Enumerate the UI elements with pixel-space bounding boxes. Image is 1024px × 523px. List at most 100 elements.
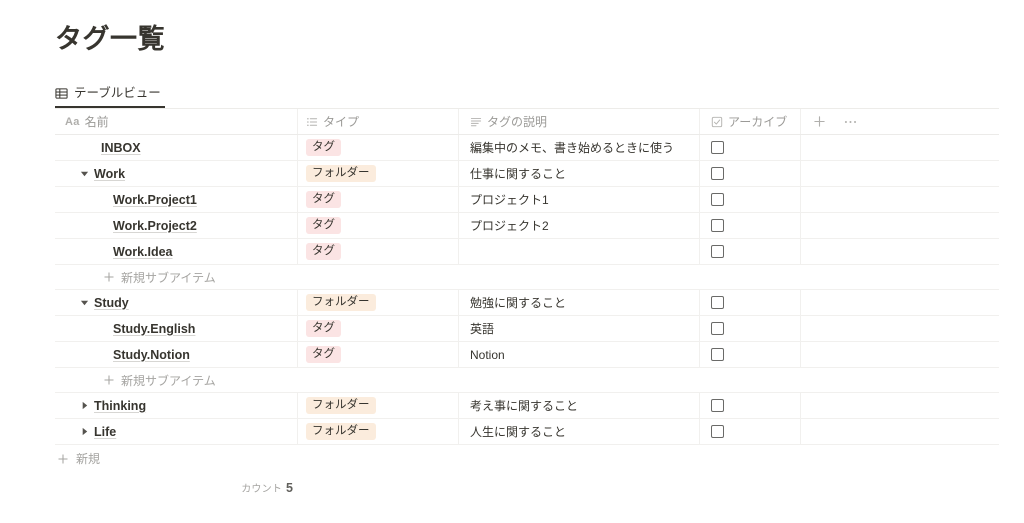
table-row[interactable]: Thinking フォルダー 考え事に関すること bbox=[55, 393, 999, 419]
cell-archive[interactable] bbox=[700, 135, 801, 160]
cell-type[interactable]: フォルダー bbox=[298, 393, 459, 418]
cell-description[interactable]: 考え事に関すること bbox=[459, 393, 700, 418]
cell-archive[interactable] bbox=[700, 393, 801, 418]
row-title-link[interactable]: Work.Idea bbox=[113, 245, 173, 259]
table-row[interactable]: Work.Idea タグ bbox=[55, 239, 999, 265]
cell-name[interactable]: Work bbox=[55, 161, 298, 186]
cell-type[interactable]: タグ bbox=[298, 213, 459, 238]
archive-checkbox[interactable] bbox=[711, 141, 724, 154]
count-summary[interactable]: カウント 5 bbox=[55, 480, 298, 495]
description-text: 英語 bbox=[470, 322, 495, 336]
cell-empty bbox=[801, 161, 999, 186]
cell-archive[interactable] bbox=[700, 419, 801, 444]
column-header-description[interactable]: タグの説明 bbox=[459, 109, 700, 134]
row-title-link[interactable]: Thinking bbox=[94, 399, 146, 413]
tab-table-view-label: テーブルビュー bbox=[74, 86, 161, 100]
cell-archive[interactable] bbox=[700, 290, 801, 315]
cell-name[interactable]: Work.Project1 bbox=[55, 187, 298, 212]
cell-name[interactable]: Study bbox=[55, 290, 298, 315]
table-row[interactable]: Study フォルダー 勉強に関すること bbox=[55, 290, 999, 316]
row-title-link[interactable]: Life bbox=[94, 425, 116, 439]
table-row[interactable]: Life フォルダー 人生に関すること bbox=[55, 419, 999, 445]
cell-type[interactable]: タグ bbox=[298, 239, 459, 264]
cell-type[interactable]: フォルダー bbox=[298, 290, 459, 315]
archive-checkbox[interactable] bbox=[711, 193, 724, 206]
cell-type[interactable]: タグ bbox=[298, 342, 459, 367]
archive-checkbox[interactable] bbox=[711, 425, 724, 438]
archive-checkbox[interactable] bbox=[711, 219, 724, 232]
archive-checkbox[interactable] bbox=[711, 296, 724, 309]
type-pill: タグ bbox=[306, 191, 341, 208]
cell-name[interactable]: Thinking bbox=[55, 393, 298, 418]
column-header-name-label: 名前 bbox=[84, 115, 109, 129]
cell-description[interactable] bbox=[459, 239, 700, 264]
cell-type[interactable]: フォルダー bbox=[298, 161, 459, 186]
cell-description[interactable]: プロジェクト2 bbox=[459, 213, 700, 238]
type-pill: フォルダー bbox=[306, 294, 376, 311]
cell-name[interactable]: Work.Idea bbox=[55, 239, 298, 264]
tab-table-view[interactable]: テーブルビュー bbox=[55, 80, 165, 108]
table-footer: カウント 5 bbox=[55, 472, 999, 502]
database-table: Aa 名前 タイプ タグの説明 アーカイブ INBOX タグ 編集中のメモ、書き… bbox=[55, 109, 999, 502]
archive-checkbox[interactable] bbox=[711, 399, 724, 412]
text-lines-icon bbox=[470, 116, 482, 128]
more-options-button[interactable] bbox=[844, 119, 858, 125]
row-title-link[interactable]: Work.Project1 bbox=[113, 193, 197, 207]
description-text: プロジェクト2 bbox=[470, 219, 549, 233]
table-row[interactable]: Study.English タグ 英語 bbox=[55, 316, 999, 342]
cell-name[interactable]: INBOX bbox=[55, 135, 298, 160]
cell-archive[interactable] bbox=[700, 239, 801, 264]
cell-description[interactable]: 人生に関すること bbox=[459, 419, 700, 444]
add-subitem-row[interactable]: 新規サブアイテム bbox=[55, 368, 999, 393]
add-property-button[interactable] bbox=[813, 115, 826, 128]
description-text: 勉強に関すること bbox=[470, 296, 567, 310]
column-header-name[interactable]: Aa 名前 bbox=[55, 109, 298, 134]
cell-empty bbox=[801, 187, 999, 212]
add-subitem-row[interactable]: 新規サブアイテム bbox=[55, 265, 999, 290]
row-title-link[interactable]: Work bbox=[94, 167, 125, 181]
archive-checkbox[interactable] bbox=[711, 322, 724, 335]
table-row[interactable]: Study.Notion タグ Notion bbox=[55, 342, 999, 368]
archive-checkbox[interactable] bbox=[711, 245, 724, 258]
cell-description[interactable]: Notion bbox=[459, 342, 700, 367]
table-row[interactable]: INBOX タグ 編集中のメモ、書き始めるときに使う bbox=[55, 135, 999, 161]
new-row-button[interactable]: 新規 bbox=[55, 445, 999, 472]
column-header-description-label: タグの説明 bbox=[487, 115, 548, 129]
row-title-link[interactable]: Study.Notion bbox=[113, 348, 190, 362]
cell-name[interactable]: Work.Project2 bbox=[55, 213, 298, 238]
cell-name[interactable]: Study.English bbox=[55, 316, 298, 341]
cell-archive[interactable] bbox=[700, 316, 801, 341]
row-title-link[interactable]: Study.English bbox=[113, 322, 195, 336]
table-row[interactable]: Work.Project2 タグ プロジェクト2 bbox=[55, 213, 999, 239]
cell-name[interactable]: Life bbox=[55, 419, 298, 444]
row-title-link[interactable]: Study bbox=[94, 296, 129, 310]
toggle-collapsed-icon[interactable] bbox=[77, 401, 91, 410]
cell-description[interactable]: 勉強に関すること bbox=[459, 290, 700, 315]
cell-type[interactable]: フォルダー bbox=[298, 419, 459, 444]
archive-checkbox[interactable] bbox=[711, 348, 724, 361]
toggle-collapsed-icon[interactable] bbox=[77, 427, 91, 436]
column-header-archive[interactable]: アーカイブ bbox=[700, 109, 801, 134]
cell-archive[interactable] bbox=[700, 161, 801, 186]
archive-checkbox[interactable] bbox=[711, 167, 724, 180]
table-header-row: Aa 名前 タイプ タグの説明 アーカイブ bbox=[55, 109, 999, 135]
cell-type[interactable]: タグ bbox=[298, 316, 459, 341]
cell-description[interactable]: 仕事に関すること bbox=[459, 161, 700, 186]
toggle-expanded-icon[interactable] bbox=[77, 169, 91, 178]
cell-archive[interactable] bbox=[700, 342, 801, 367]
cell-description[interactable]: 英語 bbox=[459, 316, 700, 341]
table-row[interactable]: Work.Project1 タグ プロジェクト1 bbox=[55, 187, 999, 213]
row-title-link[interactable]: INBOX bbox=[101, 141, 141, 155]
cell-archive[interactable] bbox=[700, 213, 801, 238]
cell-type[interactable]: タグ bbox=[298, 187, 459, 212]
toggle-expanded-icon[interactable] bbox=[77, 298, 91, 307]
cell-type[interactable]: タグ bbox=[298, 135, 459, 160]
column-header-type[interactable]: タイプ bbox=[298, 109, 459, 134]
plus-icon bbox=[103, 271, 115, 283]
row-title-link[interactable]: Work.Project2 bbox=[113, 219, 197, 233]
cell-archive[interactable] bbox=[700, 187, 801, 212]
cell-description[interactable]: プロジェクト1 bbox=[459, 187, 700, 212]
cell-description[interactable]: 編集中のメモ、書き始めるときに使う bbox=[459, 135, 700, 160]
cell-name[interactable]: Study.Notion bbox=[55, 342, 298, 367]
table-row[interactable]: Work フォルダー 仕事に関すること bbox=[55, 161, 999, 187]
